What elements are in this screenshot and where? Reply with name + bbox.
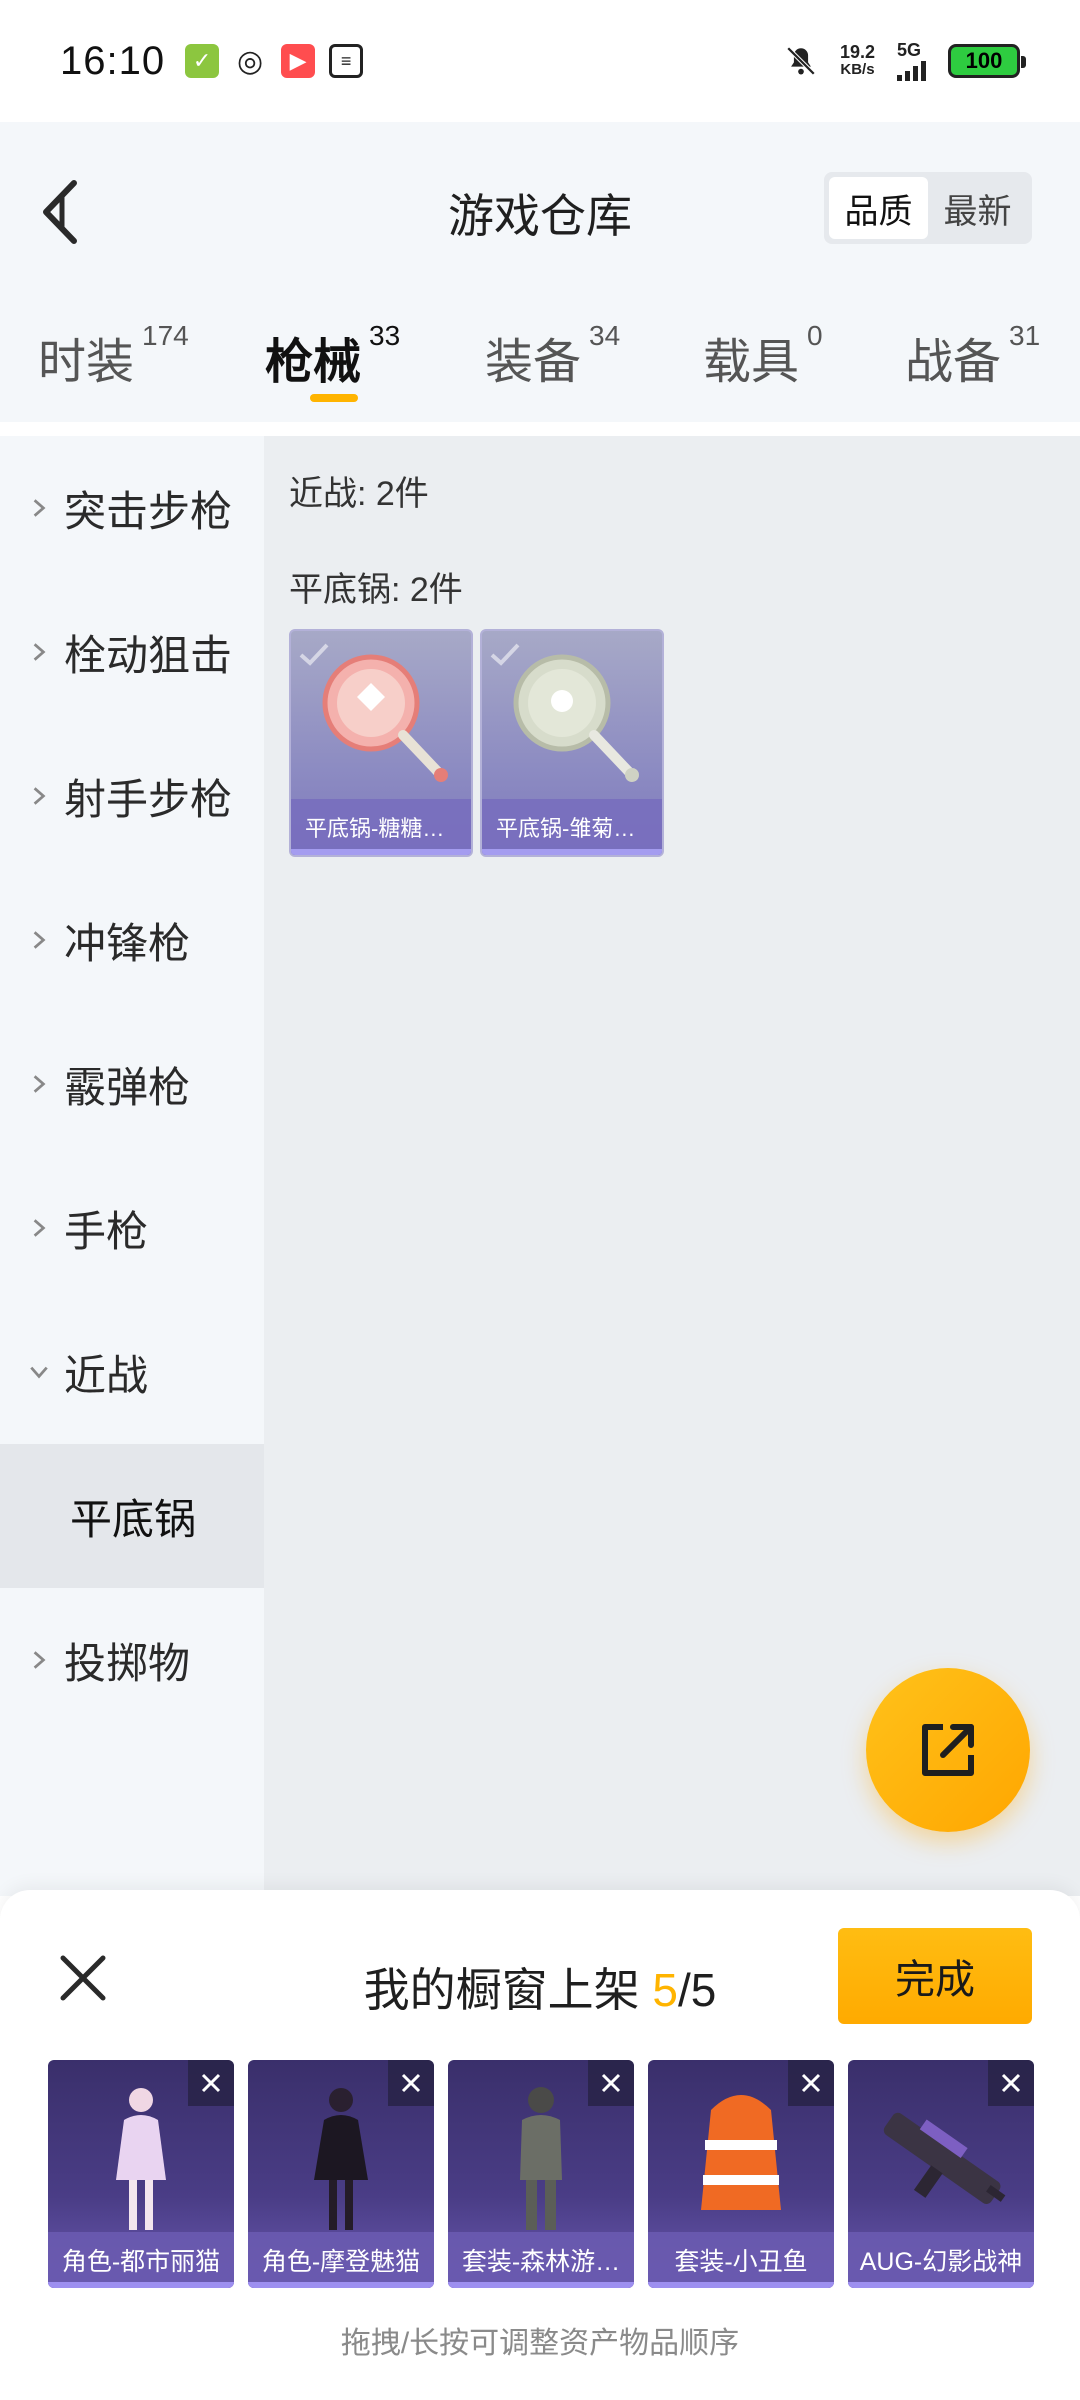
sidebar: 突击步枪 栓动狙击 射手步枪 冲锋枪 霰弹枪 手枪 近战 平底锅 投掷物 bbox=[0, 436, 264, 1896]
sort-option-newest[interactable]: 最新 bbox=[928, 177, 1027, 239]
sidebar-item-frying-pan[interactable]: 平底锅 bbox=[0, 1444, 264, 1588]
item-card[interactable]: 平底锅-雏菊… bbox=[480, 629, 664, 857]
active-tab-indicator bbox=[310, 394, 358, 402]
done-button[interactable]: 完成 bbox=[838, 1928, 1032, 2024]
category-count: 近战: 2件 bbox=[289, 475, 429, 513]
character-figure-icon bbox=[314, 2088, 368, 2230]
sidebar-item-throwables[interactable]: 投掷物 bbox=[0, 1588, 264, 1732]
app-notification-icon: ✓ bbox=[185, 44, 220, 78]
chevron-right-icon bbox=[33, 1651, 46, 1669]
chevron-right-icon bbox=[33, 1075, 46, 1093]
sort-option-quality[interactable]: 品质 bbox=[829, 177, 928, 239]
showcase-total-count: 5 bbox=[690, 1964, 717, 2016]
close-icon bbox=[1001, 2073, 1021, 2093]
mute-bell-icon bbox=[786, 46, 816, 76]
wechat-icon: ◎ bbox=[237, 44, 264, 78]
tab-equipment[interactable]: 装备 34 bbox=[485, 320, 620, 392]
showcase-item[interactable]: 套装-森林游… bbox=[448, 2060, 634, 2288]
sidebar-item-bolt-sniper[interactable]: 栓动狙击 bbox=[0, 580, 264, 724]
item-name: 平底锅-糖糖… bbox=[291, 799, 471, 855]
soldier-figure-icon bbox=[520, 2087, 562, 2230]
showcase-item-name: 套装-小丑鱼 bbox=[648, 2232, 834, 2288]
sidebar-item-smg[interactable]: 冲锋枪 bbox=[0, 868, 264, 1012]
notes-app-icon: ≡ bbox=[329, 44, 364, 78]
close-icon bbox=[801, 2073, 821, 2093]
header: 游戏仓库 品质 最新 时装 174 枪械 33 装备 34 载具 0 战备 31 bbox=[0, 122, 1080, 422]
clownfish-outfit-icon bbox=[701, 2095, 781, 2210]
showcase-item[interactable]: 角色-摩登魅猫 bbox=[248, 2060, 434, 2288]
showcase-item-name: 角色-摩登魅猫 bbox=[248, 2232, 434, 2288]
showcase-item-name: AUG-幻影战神 bbox=[848, 2232, 1034, 2288]
item-name: 平底锅-雏菊… bbox=[482, 799, 662, 855]
notification-icons: ✓ ◎ ▶ ≡ bbox=[185, 44, 364, 78]
chevron-right-icon bbox=[33, 931, 46, 949]
frying-pan-daisy-icon bbox=[513, 654, 639, 782]
remove-button[interactable] bbox=[588, 2060, 634, 2106]
tab-supplies[interactable]: 战备 31 bbox=[905, 320, 1040, 392]
character-figure-icon bbox=[116, 2088, 166, 2230]
tab-firearms[interactable]: 枪械 33 bbox=[265, 320, 400, 402]
showcase-sheet: 我的橱窗上架 5/5 完成 角色-都市丽猫 角色-摩登魅猫 套装-森林游… 套装… bbox=[0, 1890, 1080, 2400]
video-app-icon: ▶ bbox=[281, 44, 316, 78]
net-speed: 19.2 KB/s bbox=[839, 42, 875, 78]
status-time: 16:10 bbox=[60, 38, 166, 83]
chevron-down-icon bbox=[30, 1366, 48, 1379]
external-link-icon bbox=[922, 1724, 974, 1776]
remove-button[interactable] bbox=[388, 2060, 434, 2106]
item-grid: 近战: 2件 平底锅: 2件 平底锅-糖糖… 平底锅-雏菊… bbox=[264, 436, 1080, 1896]
share-button[interactable] bbox=[866, 1668, 1030, 1832]
group-count: 平底锅: 2件 bbox=[289, 571, 463, 609]
chevron-right-icon bbox=[33, 787, 46, 805]
signal-bars-icon bbox=[897, 59, 926, 81]
status-bar: 16:10 ✓ ◎ ▶ ≡ 19.2 KB/s 5G 100 bbox=[0, 0, 1080, 122]
showcase-item-name: 套装-森林游… bbox=[448, 2232, 634, 2288]
category-tabs: 时装 174 枪械 33 装备 34 载具 0 战备 31 bbox=[0, 320, 1080, 412]
showcase-current-count: 5 bbox=[652, 1964, 678, 2016]
sidebar-item-pistol[interactable]: 手枪 bbox=[0, 1156, 264, 1300]
showcase-item[interactable]: 套装-小丑鱼 bbox=[648, 2060, 834, 2288]
remove-button[interactable] bbox=[188, 2060, 234, 2106]
sidebar-item-melee[interactable]: 近战 bbox=[0, 1300, 264, 1444]
close-icon bbox=[601, 2073, 621, 2093]
tab-vehicles[interactable]: 载具 0 bbox=[703, 320, 823, 392]
sidebar-item-shotgun[interactable]: 霰弹枪 bbox=[0, 1012, 264, 1156]
chevron-right-icon bbox=[33, 499, 46, 517]
reorder-hint: 拖拽/长按可调整资产物品顺序 bbox=[340, 2327, 740, 2360]
item-card[interactable]: 平底锅-糖糖… bbox=[289, 629, 473, 857]
showcase-item[interactable]: 角色-都市丽猫 bbox=[48, 2060, 234, 2288]
signal-indicator: 5G bbox=[897, 41, 926, 81]
sort-toggle: 品质 最新 bbox=[824, 172, 1032, 244]
chevron-right-icon bbox=[33, 1219, 46, 1237]
close-icon bbox=[401, 2073, 421, 2093]
tab-fashion[interactable]: 时装 174 bbox=[38, 320, 189, 392]
remove-button[interactable] bbox=[988, 2060, 1034, 2106]
showcase-items: 角色-都市丽猫 角色-摩登魅猫 套装-森林游… 套装-小丑鱼 AUG-幻影战神 bbox=[48, 2060, 1034, 2288]
sidebar-item-marksman-rifle[interactable]: 射手步枪 bbox=[0, 724, 264, 868]
sidebar-item-assault-rifle[interactable]: 突击步枪 bbox=[0, 436, 264, 580]
battery-icon: 100 bbox=[948, 44, 1026, 78]
showcase-item-name: 角色-都市丽猫 bbox=[48, 2232, 234, 2288]
close-icon bbox=[201, 2073, 221, 2093]
remove-button[interactable] bbox=[788, 2060, 834, 2106]
showcase-item[interactable]: AUG-幻影战神 bbox=[848, 2060, 1034, 2288]
frying-pan-pink-icon bbox=[322, 654, 448, 782]
chevron-right-icon bbox=[33, 643, 46, 661]
